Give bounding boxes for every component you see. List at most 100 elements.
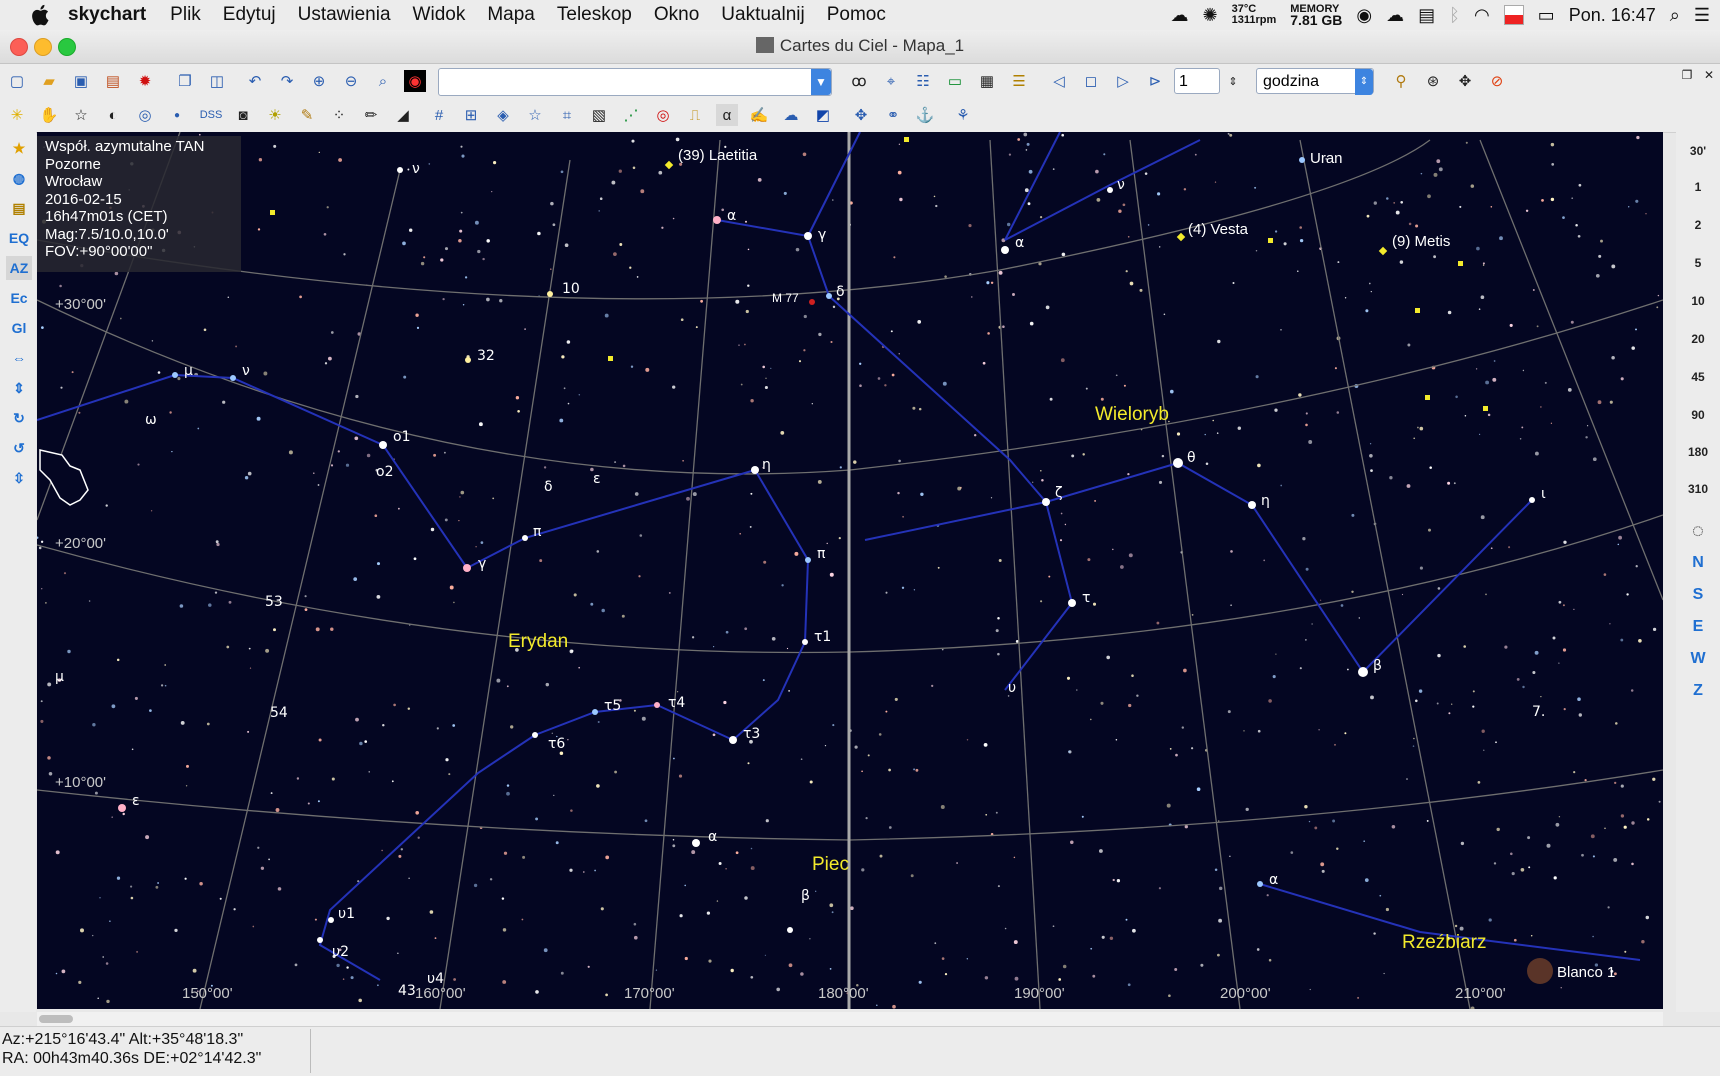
north-button[interactable]: N xyxy=(1676,554,1720,572)
alpha-label-icon[interactable]: α xyxy=(716,104,738,126)
dots-icon[interactable]: ⁘ xyxy=(328,104,350,126)
fov-1-button[interactable]: 1 xyxy=(1676,180,1720,194)
night-vision-icon[interactable]: ◉ xyxy=(404,70,426,92)
ruler-icon[interactable]: ⎍ xyxy=(684,104,706,126)
milkyway-icon[interactable]: ◢ xyxy=(392,104,414,126)
new-file-icon[interactable]: ▢ xyxy=(6,70,28,92)
fov-310-button[interactable]: 310 xyxy=(1676,482,1720,496)
anchor-icon[interactable]: ⚓ xyxy=(914,104,936,126)
status-circle-icon[interactable]: ◉ xyxy=(1356,5,1372,26)
list-icon[interactable]: ☷ xyxy=(912,70,934,92)
flip-vertical-icon[interactable]: ⇕ xyxy=(6,376,32,400)
compass-icon[interactable]: ◈ xyxy=(492,104,514,126)
lamp-icon[interactable]: ☀ xyxy=(264,104,286,126)
circle-target-icon[interactable]: ◎ xyxy=(652,104,674,126)
zoom-in-icon[interactable]: ⊕ xyxy=(308,70,330,92)
target-icon[interactable]: ⊛ xyxy=(1422,70,1444,92)
binoculars-icon[interactable]: ꝏ xyxy=(848,70,870,92)
creative-cloud-icon[interactable]: ☁ xyxy=(1171,5,1189,26)
new-window-icon[interactable]: ❐ xyxy=(174,70,196,92)
zoom-fit-icon[interactable]: ⌕ xyxy=(372,70,394,92)
rotate-right-icon[interactable]: ↻ xyxy=(6,406,32,430)
flag-icon[interactable] xyxy=(1503,5,1524,25)
horizontal-scroll-thumb[interactable] xyxy=(39,1015,73,1023)
save-icon[interactable]: ▣ xyxy=(70,70,92,92)
zoom-out-icon[interactable]: ⊖ xyxy=(340,70,362,92)
measure-icon[interactable]: ✎ xyxy=(296,104,318,126)
sensor-readout[interactable]: 37°C 1311rpm xyxy=(1232,4,1277,26)
apple-icon[interactable] xyxy=(28,2,54,28)
pencil-icon[interactable]: ✏ xyxy=(360,104,382,126)
close-chart-icon[interactable]: ✕ xyxy=(1698,64,1720,86)
fov-90-button[interactable]: 90 xyxy=(1676,408,1720,422)
menu-widok[interactable]: Widok xyxy=(413,4,466,26)
keyboard-icon[interactable]: ▤ xyxy=(1418,5,1435,26)
gl-mode-button[interactable]: Gl xyxy=(6,316,32,340)
link-icon[interactable]: ⚭ xyxy=(882,104,904,126)
layers-icon[interactable]: ⚘ xyxy=(952,104,974,126)
cloud-backup-icon[interactable]: ☁ xyxy=(1386,5,1404,26)
step-count-stepper[interactable]: ⇕ xyxy=(1222,70,1244,92)
zenith-icon[interactable]: ◌ xyxy=(1676,520,1720,543)
ec-mode-button[interactable]: Ec xyxy=(6,286,32,310)
stars-icon[interactable]: ✳ xyxy=(6,104,28,126)
split-view-icon[interactable]: ◫ xyxy=(206,70,228,92)
boundary-icon[interactable]: ⌗ xyxy=(556,104,578,126)
az-mode-button[interactable]: AZ xyxy=(6,256,32,280)
constellation-lines-icon[interactable]: ☆ xyxy=(70,104,92,126)
open-folder-icon[interactable]: ▰ xyxy=(38,70,60,92)
fov-20-button[interactable]: 20 xyxy=(1676,332,1720,346)
constellation-figure-icon[interactable]: ☆ xyxy=(524,104,546,126)
chevron-down-icon[interactable]: ▼ xyxy=(811,69,831,95)
camera-icon[interactable]: ◙ xyxy=(232,104,254,126)
fast-forward-icon[interactable]: ⊳ xyxy=(1144,70,1166,92)
south-button[interactable]: S xyxy=(1676,586,1720,604)
grid-eq-icon[interactable]: # xyxy=(428,104,450,126)
flip-horizontal-icon[interactable]: ⇔ xyxy=(6,346,32,370)
fov-10-button[interactable]: 10 xyxy=(1676,294,1720,308)
star-chart-icon[interactable]: ★ xyxy=(6,136,32,160)
no-connection-icon[interactable]: ⊘ xyxy=(1486,70,1508,92)
redo-icon[interactable]: ↷ xyxy=(276,70,298,92)
wifi-icon[interactable]: ◠ xyxy=(1474,5,1490,26)
sky-chart-canvas[interactable]: +30°00' +20°00' +10°00' 150°00' 160°00' … xyxy=(37,132,1663,1009)
constellation-boundaries-icon[interactable]: ◐ xyxy=(102,104,124,126)
rotate-left-icon[interactable]: ↺ xyxy=(6,436,32,460)
memory-readout[interactable]: MEMORY 7.81 GB xyxy=(1290,4,1342,28)
menu-edytuj[interactable]: Edytuj xyxy=(223,4,276,26)
menu-mapa[interactable]: Mapa xyxy=(487,4,535,26)
spotlight-search-icon[interactable]: ⌕ xyxy=(1670,5,1680,26)
eq-mode-button[interactable]: EQ xyxy=(6,226,32,250)
config-icon[interactable]: ▤ xyxy=(6,196,32,220)
step-back-icon[interactable]: ◁ xyxy=(1048,70,1070,92)
calendar-icon[interactable]: ▦ xyxy=(976,70,998,92)
stop-icon[interactable]: ◻ xyxy=(1080,70,1102,92)
notification-list-icon[interactable]: ☰ xyxy=(1694,5,1710,26)
menu-pomoc[interactable]: Pomoc xyxy=(827,4,886,26)
cloud-icon[interactable]: ☁ xyxy=(780,104,802,126)
object-label-icon[interactable]: ✍ xyxy=(748,104,770,126)
menu-app-name[interactable]: skychart xyxy=(68,4,146,26)
find-object-icon[interactable]: ⌖ xyxy=(880,70,902,92)
fov-45-button[interactable]: 45 xyxy=(1676,370,1720,384)
move-icon[interactable]: ✥ xyxy=(850,104,872,126)
menu-uaktualnij[interactable]: Uaktualnij xyxy=(721,4,804,26)
nebula-icon[interactable]: ● xyxy=(166,104,188,126)
contrast-icon[interactable]: ◩ xyxy=(812,104,834,126)
asteroid-track-icon[interactable]: ⋰ xyxy=(620,104,642,126)
horizontal-scrollbar[interactable] xyxy=(37,1012,1663,1026)
tools-icon[interactable]: ✥ xyxy=(1454,70,1476,92)
restore-icon[interactable]: ❐ xyxy=(1676,64,1698,86)
ephemeris-icon[interactable]: ☰ xyxy=(1008,70,1030,92)
hatch-icon[interactable]: ▧ xyxy=(588,104,610,126)
undo-icon[interactable]: ↶ xyxy=(244,70,266,92)
grid-icon[interactable]: ⊞ xyxy=(460,104,482,126)
print-icon[interactable]: ▤ xyxy=(102,70,124,92)
globe-icon[interactable]: ◍ xyxy=(6,166,32,190)
fan-icon[interactable]: ✺ xyxy=(1203,5,1218,26)
rotate-180-icon[interactable]: ⇳ xyxy=(6,466,32,490)
bluetooth-icon[interactable]: ᛒ xyxy=(1449,5,1460,26)
object-search-combo[interactable]: ▼ xyxy=(438,68,832,96)
step-forward-icon[interactable]: ▷ xyxy=(1112,70,1134,92)
menu-okno[interactable]: Okno xyxy=(654,4,699,26)
